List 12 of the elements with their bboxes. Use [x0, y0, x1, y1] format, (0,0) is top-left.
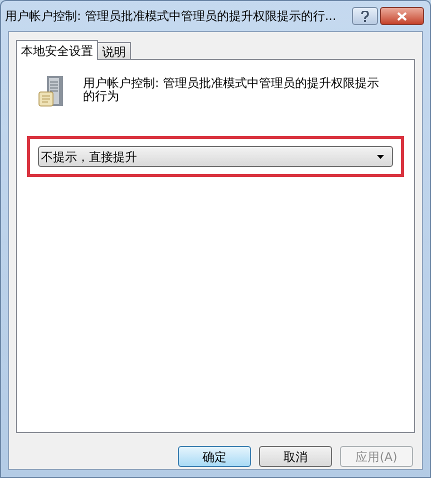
dropdown-arrow-icon	[377, 154, 384, 158]
help-button[interactable]	[352, 7, 378, 25]
dialog-button[interactable]: 取消	[259, 446, 332, 467]
help-icon	[361, 10, 369, 22]
close-button[interactable]	[380, 7, 424, 25]
dialog-button[interactable]: 确定	[178, 446, 251, 467]
window-title: 用户帐户控制: 管理员批准模式中管理员的提升权限提示的行...	[5, 8, 338, 25]
policy-name: 用户帐户控制: 管理员批准模式中管理员的提升权限提示的行为	[83, 75, 380, 103]
setting-dropdown[interactable]: 不提示，直接提升	[38, 146, 393, 167]
close-icon	[397, 12, 407, 20]
tab[interactable]: 说明	[98, 42, 131, 59]
tab[interactable]: 本地安全设置	[16, 40, 98, 60]
